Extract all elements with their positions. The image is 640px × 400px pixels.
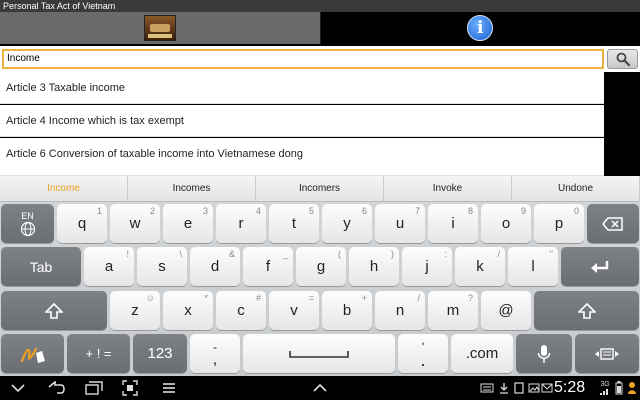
suggestion[interactable]: Income bbox=[0, 176, 128, 201]
space-icon bbox=[289, 350, 349, 358]
suggestion[interactable]: Invoke bbox=[384, 176, 512, 201]
window-title: Personal Tax Act of Vietnam bbox=[0, 0, 640, 12]
mail-icon bbox=[541, 379, 553, 397]
screen: Personal Tax Act of Vietnam i Income Art… bbox=[0, 0, 640, 400]
key-y[interactable]: 6y bbox=[322, 204, 372, 243]
comma-key[interactable]: - , bbox=[190, 334, 240, 373]
key-at[interactable]: @ bbox=[481, 291, 531, 330]
space-key[interactable] bbox=[243, 334, 395, 373]
key-n[interactable]: / n bbox=[375, 291, 425, 330]
globe-icon bbox=[20, 221, 35, 236]
key-r[interactable]: 4r bbox=[216, 204, 266, 243]
key-i[interactable]: 8i bbox=[428, 204, 478, 243]
key-x[interactable]: * x bbox=[163, 291, 213, 330]
key-s[interactable]: \ s bbox=[137, 247, 187, 286]
suggestion[interactable]: Undone bbox=[512, 176, 640, 201]
status-clock: 5:28 bbox=[554, 379, 586, 396]
suggestion-bar: Income Incomes Incomers Invoke Undone bbox=[0, 176, 640, 202]
handwriting-icon bbox=[20, 347, 45, 363]
hide-keyboard-icon[interactable] bbox=[10, 379, 26, 397]
key-j[interactable]: :j bbox=[402, 247, 452, 286]
key-b[interactable]: + b bbox=[322, 291, 372, 330]
key-q[interactable]: 1q bbox=[57, 204, 107, 243]
handwriting-key[interactable] bbox=[1, 334, 64, 373]
key-l[interactable]: " l bbox=[508, 247, 558, 286]
keyboard-status-icon bbox=[480, 379, 494, 397]
key-f[interactable]: _ f bbox=[243, 247, 293, 286]
user-icon bbox=[627, 379, 637, 397]
info-icon: i bbox=[467, 15, 494, 41]
key-h[interactable]: ) h bbox=[349, 247, 399, 286]
tab-bar: i bbox=[0, 12, 640, 44]
battery-icon bbox=[614, 379, 624, 397]
language-label: EN bbox=[21, 210, 34, 221]
image-icon bbox=[528, 379, 540, 397]
keyboard-switch-icon bbox=[595, 347, 619, 360]
shift-key-right[interactable] bbox=[534, 291, 639, 330]
key-p[interactable]: 0p bbox=[534, 204, 584, 243]
keyboard-settings-key[interactable] bbox=[575, 334, 639, 373]
numbers-key[interactable]: 123 bbox=[133, 334, 187, 373]
dotcom-key[interactable]: .com bbox=[451, 334, 513, 373]
list-item[interactable]: Article 3 Taxable income bbox=[0, 72, 604, 104]
shift-key-left[interactable] bbox=[1, 291, 107, 330]
search-row: Income bbox=[0, 46, 640, 72]
key-z[interactable]: ☺ z bbox=[110, 291, 160, 330]
microphone-icon bbox=[537, 344, 551, 363]
notification-icon bbox=[513, 379, 525, 397]
list-item[interactable]: Article 6 Conversion of taxable income i… bbox=[0, 138, 604, 176]
key-m[interactable]: ? m bbox=[428, 291, 478, 330]
chevron-up-icon[interactable] bbox=[312, 379, 328, 397]
shift-icon bbox=[577, 302, 596, 319]
suggestion[interactable]: Incomes bbox=[128, 176, 256, 201]
key-k[interactable]: / k bbox=[455, 247, 505, 286]
key-w[interactable]: 2w bbox=[110, 204, 160, 243]
key-u[interactable]: 7u bbox=[375, 204, 425, 243]
list-item[interactable]: Article 4 Income which is tax exempt bbox=[0, 105, 604, 137]
key-o[interactable]: 9o bbox=[481, 204, 531, 243]
backspace-icon bbox=[602, 216, 623, 231]
back-icon[interactable] bbox=[46, 379, 68, 397]
menu-icon[interactable] bbox=[160, 379, 178, 397]
enter-key[interactable] bbox=[561, 247, 639, 286]
search-input[interactable]: Income bbox=[2, 49, 604, 69]
key-t[interactable]: 5t bbox=[269, 204, 319, 243]
search-icon bbox=[616, 52, 630, 66]
key-e[interactable]: 3e bbox=[163, 204, 213, 243]
backspace-key[interactable] bbox=[587, 204, 639, 243]
suggestion[interactable]: Incomers bbox=[256, 176, 384, 201]
key-c[interactable]: # c bbox=[216, 291, 266, 330]
law-book-icon bbox=[143, 15, 176, 41]
enter-icon bbox=[591, 260, 609, 273]
signal-icon: 3G bbox=[598, 379, 612, 397]
period-key[interactable]: ' . bbox=[398, 334, 448, 373]
tab-info[interactable]: i bbox=[320, 12, 640, 44]
screenshot-icon[interactable] bbox=[120, 379, 140, 397]
tab-key[interactable]: Tab bbox=[1, 247, 81, 286]
key-g[interactable]: (g bbox=[296, 247, 346, 286]
key-d[interactable]: & d bbox=[190, 247, 240, 286]
recent-apps-icon[interactable] bbox=[84, 379, 104, 397]
download-icon bbox=[498, 379, 510, 397]
key-a[interactable]: ! a bbox=[84, 247, 134, 286]
tab-home[interactable] bbox=[0, 12, 321, 44]
key-v[interactable]: = v bbox=[269, 291, 319, 330]
voice-input-key[interactable] bbox=[516, 334, 572, 373]
system-bar: 5:28 3G bbox=[0, 376, 640, 400]
network-type: 3G bbox=[600, 380, 610, 388]
language-key[interactable]: EN bbox=[1, 204, 54, 243]
symbols-key[interactable]: + ! = bbox=[67, 334, 130, 373]
shift-icon bbox=[45, 302, 63, 319]
search-button[interactable] bbox=[607, 49, 638, 69]
results-list: Article 3 Taxable income Article 4 Incom… bbox=[0, 72, 640, 176]
